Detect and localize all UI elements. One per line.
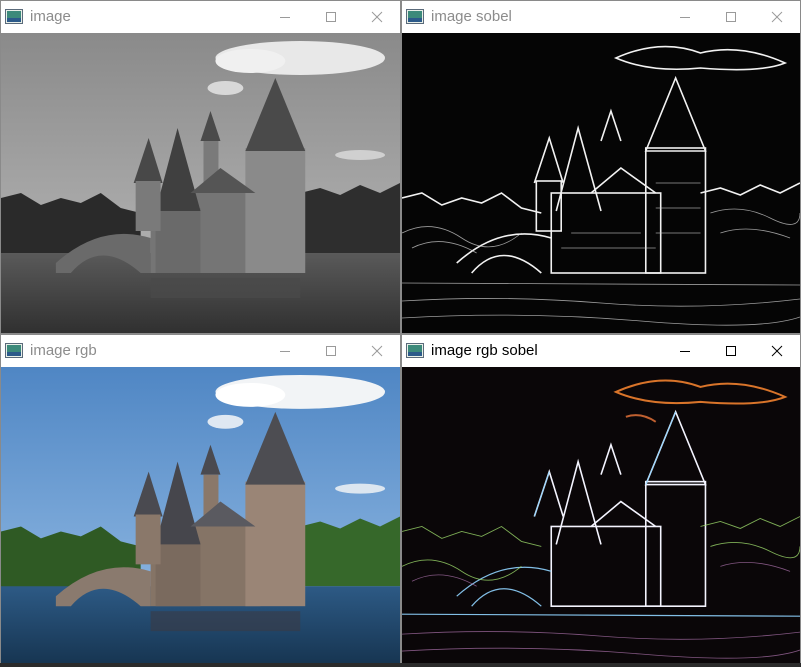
image-canvas — [402, 33, 800, 333]
image-canvas — [402, 367, 800, 666]
sobel-edge-image — [402, 33, 800, 333]
image-canvas — [1, 367, 400, 666]
maximize-icon — [326, 12, 336, 22]
titlebar[interactable]: image sobel — [402, 1, 800, 33]
close-button[interactable] — [754, 335, 800, 367]
opencv-window-icon — [406, 9, 424, 24]
close-button[interactable] — [354, 1, 400, 33]
maximize-button[interactable] — [308, 335, 354, 367]
color-sobel-edge-image — [402, 367, 800, 666]
window-image-rgb-sobel[interactable]: image rgb sobel — [401, 334, 801, 667]
opencv-window-icon — [406, 343, 424, 358]
close-button[interactable] — [354, 335, 400, 367]
taskbar-edge — [0, 663, 801, 667]
maximize-button[interactable] — [708, 1, 754, 33]
window-title: image rgb sobel — [431, 342, 538, 359]
window-image[interactable]: image — [0, 0, 401, 334]
minimize-button[interactable] — [662, 335, 708, 367]
maximize-button[interactable] — [308, 1, 354, 33]
titlebar[interactable]: image — [1, 1, 400, 33]
minimize-button[interactable] — [262, 1, 308, 33]
close-icon — [771, 345, 783, 357]
window-image-rgb[interactable]: image rgb — [0, 334, 401, 667]
image-canvas — [1, 33, 400, 333]
minimize-icon — [680, 17, 690, 18]
minimize-icon — [280, 17, 290, 18]
maximize-icon — [326, 346, 336, 356]
window-image-sobel[interactable]: image sobel — [401, 0, 801, 334]
castle-grayscale-image — [1, 33, 400, 333]
close-button[interactable] — [754, 1, 800, 33]
maximize-icon — [726, 346, 736, 356]
close-icon — [371, 11, 383, 23]
maximize-icon — [726, 12, 736, 22]
titlebar[interactable]: image rgb — [1, 335, 400, 367]
window-title: image rgb — [30, 342, 97, 359]
minimize-button[interactable] — [262, 335, 308, 367]
titlebar[interactable]: image rgb sobel — [402, 335, 800, 367]
castle-color-image — [1, 367, 400, 666]
opencv-window-icon — [5, 9, 23, 24]
close-icon — [771, 11, 783, 23]
close-icon — [371, 345, 383, 357]
window-title: image — [30, 8, 71, 25]
minimize-icon — [280, 351, 290, 352]
window-title: image sobel — [431, 8, 512, 25]
opencv-window-icon — [5, 343, 23, 358]
maximize-button[interactable] — [708, 335, 754, 367]
minimize-icon — [680, 351, 690, 352]
minimize-button[interactable] — [662, 1, 708, 33]
